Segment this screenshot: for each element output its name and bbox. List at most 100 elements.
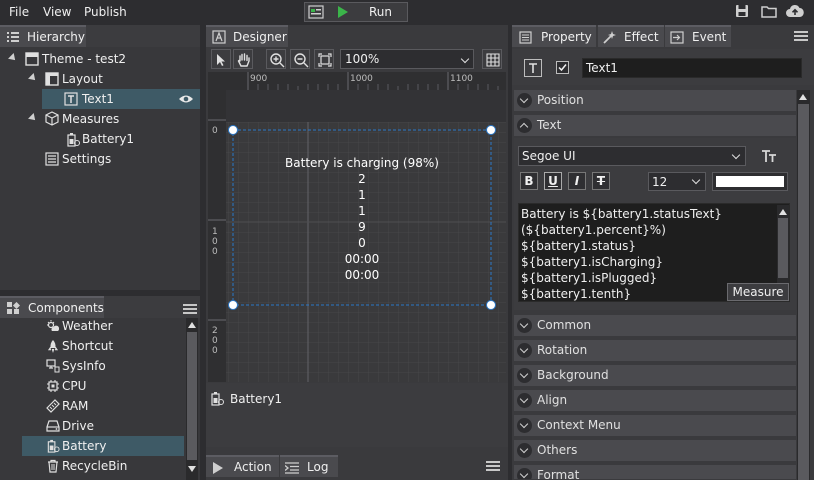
chevron-down-icon (691, 175, 701, 185)
component-cpu[interactable]: CPU (22, 376, 184, 396)
tab-designer[interactable]: Designer (206, 25, 288, 47)
font-size-icon[interactable] (761, 148, 779, 164)
section-rotation[interactable]: Rotation (514, 340, 796, 362)
expand-arrow-icon[interactable] (8, 53, 18, 63)
component-label: SysInfo (62, 359, 106, 373)
component-label: Drive (62, 419, 94, 433)
section-format[interactable]: Format (514, 465, 796, 480)
property-scrollbar[interactable] (797, 90, 810, 480)
tab-effect[interactable]: Effect (598, 25, 664, 47)
section-label: Position (537, 93, 584, 107)
menu-file[interactable]: File (9, 5, 29, 19)
weather-icon (47, 320, 60, 331)
resize-handle[interactable] (486, 125, 496, 135)
cloud-upload-icon[interactable] (786, 4, 804, 18)
font-size-select[interactable]: 12 (648, 172, 706, 191)
zoom-in-button[interactable] (266, 49, 286, 69)
editor-line: ${battery1.status} (521, 239, 637, 253)
check-icon (558, 64, 567, 72)
measure-item-label[interactable]: Battery1 (230, 392, 282, 406)
canvas-text-line: 2 (358, 172, 366, 186)
scroll-thumb[interactable] (798, 104, 809, 480)
zoom-select[interactable]: 100% (340, 49, 474, 69)
tab-action[interactable]: Action (206, 455, 279, 477)
tree-item-theme[interactable]: Theme - test2 (0, 49, 198, 69)
pan-tool-button[interactable] (233, 49, 253, 69)
menu-view[interactable]: View (43, 5, 71, 19)
section-align[interactable]: Align (514, 390, 796, 412)
canvas-text-element[interactable]: Battery is charging (98%) 2 1 1 9 0 00:0… (262, 155, 462, 283)
tree-item-settings[interactable]: Settings (0, 149, 198, 169)
text-editor[interactable]: Battery is ${battery1.statusText} (${bat… (518, 203, 790, 302)
editor-scrollbar[interactable] (777, 205, 789, 285)
tree-item-battery1[interactable]: Battery1 (0, 129, 198, 149)
scroll-up-icon[interactable] (779, 209, 787, 215)
scroll-thumb[interactable] (187, 332, 197, 460)
section-position[interactable]: Position (514, 90, 796, 112)
component-recyclebin[interactable]: RecycleBin (22, 456, 184, 476)
scroll-up-icon[interactable] (799, 94, 807, 100)
font-color-picker[interactable] (712, 172, 788, 191)
scroll-down-icon[interactable] (188, 466, 196, 472)
resize-handle[interactable] (228, 125, 238, 135)
section-context-menu[interactable]: Context Menu (514, 415, 796, 437)
expand-arrow-icon[interactable] (28, 113, 38, 123)
settings-icon (45, 152, 59, 166)
font-select[interactable]: Segoe UI (518, 146, 746, 166)
section-text[interactable]: Text (514, 115, 796, 137)
component-battery[interactable]: Battery (22, 436, 184, 456)
tree-item-measures[interactable]: Measures (0, 109, 198, 129)
scroll-up-icon[interactable] (188, 322, 196, 328)
underline-button[interactable]: U (544, 172, 562, 190)
run-button[interactable]: Run (304, 2, 408, 22)
select-tool-button[interactable] (211, 49, 231, 69)
tab-hierarchy[interactable]: Hierarchy (0, 25, 86, 47)
tree-item-text1[interactable]: Text1 (42, 89, 200, 109)
component-shortcut[interactable]: Shortcut (22, 336, 184, 356)
action-icon (213, 462, 223, 474)
name-input[interactable]: Text1 (582, 58, 802, 78)
folder-icon[interactable] (761, 4, 777, 18)
visible-checkbox[interactable] (556, 61, 569, 74)
event-icon (670, 31, 684, 44)
section-background[interactable]: Background (514, 365, 796, 387)
components-menu-icon[interactable] (183, 304, 197, 314)
italic-button[interactable]: I (568, 172, 586, 190)
component-ram[interactable]: RAM (22, 396, 184, 416)
tree-item-layout[interactable]: Layout (0, 69, 198, 89)
scroll-thumb[interactable] (778, 218, 788, 278)
section-others[interactable]: Others (514, 440, 796, 462)
canvas-text-line: 0 (358, 236, 366, 250)
component-drive[interactable]: Drive (22, 416, 184, 436)
zoom-out-button[interactable] (290, 49, 310, 69)
components-scrollbar[interactable] (186, 318, 198, 480)
section-label: Text (537, 118, 562, 132)
save-icon[interactable] (735, 4, 749, 18)
designer-menu-icon[interactable] (486, 461, 500, 471)
property-menu-icon[interactable] (794, 31, 808, 41)
resize-handle[interactable] (486, 300, 496, 310)
section-label: Others (537, 443, 578, 457)
bold-button[interactable]: B (520, 172, 538, 190)
eye-icon[interactable] (178, 94, 194, 104)
section-common[interactable]: Common (514, 315, 796, 337)
zoom-out-icon (294, 53, 309, 68)
resize-handle[interactable] (228, 300, 238, 310)
ruler-x-label: 900 (250, 74, 268, 84)
measure-button[interactable]: Measure (727, 283, 789, 301)
tab-components[interactable]: Components (0, 296, 104, 318)
tab-log[interactable]: Log (280, 455, 338, 477)
battery-icon (47, 439, 60, 453)
section-label: Context Menu (537, 418, 621, 432)
menu-publish[interactable]: Publish (84, 5, 127, 19)
canvas-text-line: 1 (358, 204, 366, 218)
component-sysinfo[interactable]: SysInfo (22, 356, 184, 376)
component-weather[interactable]: Weather (22, 316, 184, 336)
text-icon (64, 92, 78, 106)
tab-event[interactable]: Event (665, 25, 731, 47)
fit-to-screen-button[interactable] (314, 49, 334, 69)
grid-toggle-button[interactable] (482, 49, 502, 69)
expand-arrow-icon[interactable] (28, 73, 38, 83)
tab-property[interactable]: Property (512, 25, 596, 47)
strikethrough-button[interactable]: T (592, 172, 610, 190)
